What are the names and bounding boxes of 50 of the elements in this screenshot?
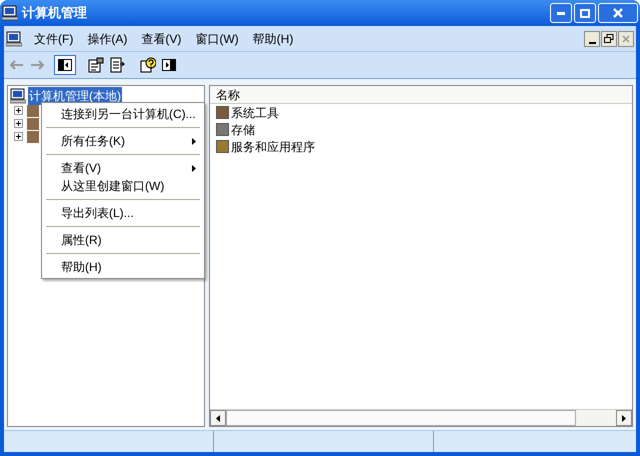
menu-item[interactable]: 帮助(H): [44, 258, 202, 276]
minimize-button[interactable]: [584, 30, 600, 46]
menu-item[interactable]: 连接到另一台计算机(C)...: [44, 105, 202, 123]
computer-icon: [10, 88, 26, 104]
menu-item[interactable]: 查看(V): [44, 159, 202, 177]
column-header[interactable]: 名称: [210, 86, 632, 104]
right-arrow-icon: [622, 414, 626, 422]
menu-item[interactable]: 窗口(W): [189, 30, 245, 48]
maximize-button[interactable]: [574, 3, 596, 23]
show-tree-button[interactable]: [54, 55, 76, 75]
action-pane-button[interactable]: [162, 59, 176, 71]
expand-button[interactable]: [14, 132, 23, 141]
menu-item[interactable]: 操作(A): [81, 30, 134, 48]
pane-icon: [162, 59, 176, 71]
menu-item[interactable]: 帮助(H): [246, 30, 300, 48]
minimize-icon: [557, 12, 565, 14]
menu-item[interactable]: 所有任务(K): [44, 132, 202, 150]
submenu-arrow-icon: [192, 164, 196, 172]
properties-button[interactable]: [88, 57, 104, 73]
close-icon: [613, 8, 623, 18]
submenu-arrow-icon: [192, 138, 196, 144]
computer-icon: [2, 5, 18, 21]
back-arrow-icon: [10, 60, 24, 70]
list-export-icon: [110, 57, 126, 73]
scrollbar-thumb[interactable]: [226, 410, 576, 426]
export-button[interactable]: [110, 57, 126, 73]
help-button[interactable]: [140, 57, 156, 73]
properties-icon: [88, 57, 104, 73]
list-item[interactable]: 服务和应用程序: [231, 138, 315, 156]
menu-item[interactable]: 文件(F): [28, 30, 80, 48]
close-icon: [622, 34, 630, 42]
expand-button[interactable]: [14, 119, 23, 128]
minimize-icon: [588, 42, 596, 44]
pane-icon: [58, 59, 72, 71]
list-item[interactable]: 存储: [231, 120, 255, 138]
restore-icon: [604, 34, 614, 43]
menu-item[interactable]: 属性(R): [44, 231, 202, 249]
menu-item[interactable]: 从这里创建窗口(W): [44, 177, 202, 195]
menu-item[interactable]: 导出列表(L)...: [44, 204, 202, 222]
list-item[interactable]: 系统工具: [231, 104, 279, 122]
maximize-icon: [580, 8, 590, 18]
scroll-left-button[interactable]: [210, 410, 226, 426]
window-title: 计算机管理: [22, 4, 87, 22]
left-arrow-icon: [216, 414, 220, 422]
restore-button[interactable]: [601, 30, 617, 46]
menu-item[interactable]: 查看(V): [135, 30, 188, 48]
scroll-right-button[interactable]: [616, 410, 632, 426]
forward-arrow-icon: [30, 60, 44, 70]
computer-icon: [6, 30, 22, 46]
expand-button[interactable]: [14, 106, 23, 115]
